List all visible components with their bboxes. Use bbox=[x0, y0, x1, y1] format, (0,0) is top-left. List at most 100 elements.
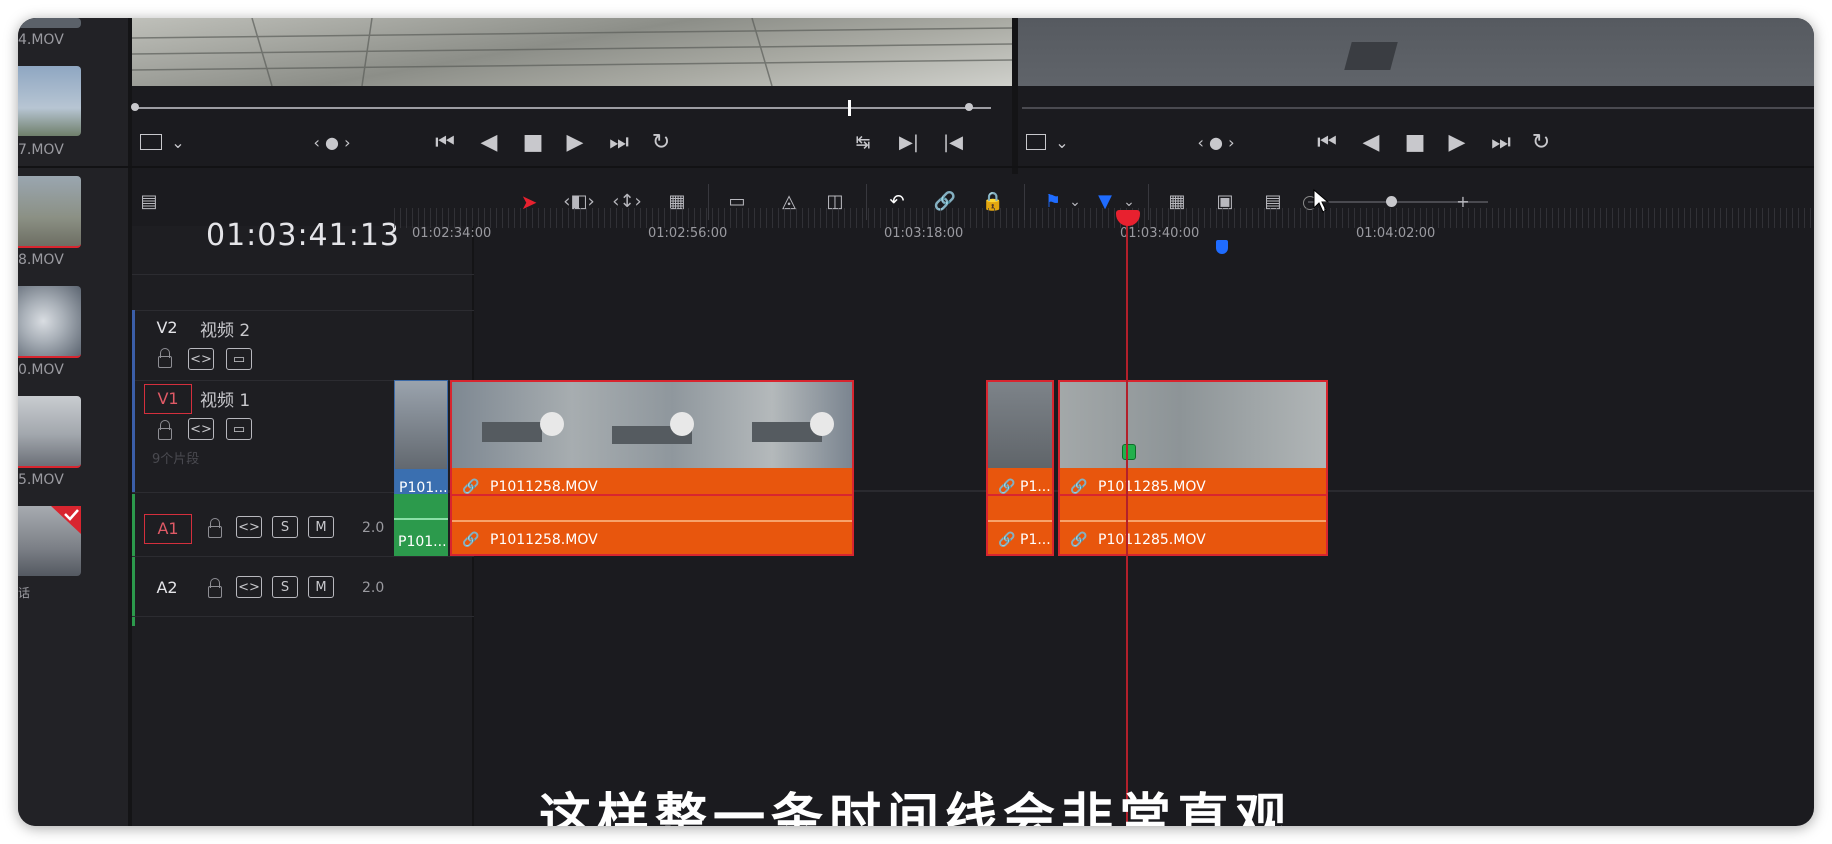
play-reverse-icon[interactable]: ◀ bbox=[1354, 128, 1388, 158]
source-scrubber[interactable] bbox=[136, 107, 991, 109]
track-id-v2[interactable]: V2 bbox=[144, 314, 190, 342]
track-name-v2[interactable]: 视频 2 bbox=[200, 316, 250, 341]
lock-icon[interactable] bbox=[158, 420, 172, 440]
clip-name: P1011258.MOV bbox=[490, 479, 598, 495]
audio-clip[interactable]: 🔗 P1... bbox=[986, 494, 1054, 556]
clip-name: P1011285.MOV bbox=[1098, 479, 1206, 495]
clip-view-icon[interactable] bbox=[140, 134, 162, 150]
track-visibility-icon[interactable]: ▭ bbox=[226, 348, 252, 370]
clip-thumbnail bbox=[988, 382, 1052, 470]
clip-marker-icon[interactable] bbox=[1122, 444, 1136, 460]
stop-icon[interactable]: ■ bbox=[1398, 128, 1432, 158]
chevron-down-icon[interactable]: ⌄ bbox=[168, 128, 188, 158]
track-id-v1[interactable]: V1 bbox=[144, 384, 192, 414]
app-window: 4.MOV 7.MOV 8.MOV 0.MOV 5.MOV 话 ⌄ ‹ ● › … bbox=[18, 18, 1814, 826]
track-visibility-icon[interactable]: ▭ bbox=[226, 418, 252, 440]
play-icon[interactable]: ▶ bbox=[558, 128, 592, 158]
media-label: 8.MOV bbox=[18, 252, 64, 268]
timeline-playhead[interactable] bbox=[1126, 216, 1128, 826]
zoom-slider-handle[interactable] bbox=[1386, 196, 1397, 207]
mark-in-icon[interactable]: |◀ bbox=[938, 128, 968, 158]
clip-name: P1011258.MOV bbox=[490, 532, 598, 548]
stop-icon[interactable]: ■ bbox=[516, 128, 550, 158]
skip-to-start-icon[interactable]: ⏮ bbox=[428, 128, 462, 158]
audio-clip[interactable]: 🔗 P1011285.MOV bbox=[1058, 494, 1328, 556]
media-pool: 4.MOV 7.MOV 8.MOV 0.MOV 5.MOV 话 bbox=[18, 18, 128, 826]
link-icon: 🔗 bbox=[1070, 532, 1088, 548]
link-icon: 🔗 bbox=[998, 532, 1016, 548]
timeline-marker-icon[interactable] bbox=[1216, 240, 1228, 254]
link-icon: 🔗 bbox=[1070, 479, 1088, 495]
skip-to-end-icon[interactable]: ⏭ bbox=[1484, 128, 1518, 158]
video-clip[interactable]: P101... bbox=[394, 380, 448, 504]
mark-out-icon[interactable]: ▶| bbox=[894, 128, 924, 158]
track-name-v1[interactable]: 视频 1 bbox=[200, 386, 250, 411]
auto-select-icon[interactable]: <> bbox=[188, 418, 214, 440]
source-viewer-image[interactable] bbox=[132, 18, 1012, 86]
play-icon[interactable]: ▶ bbox=[1440, 128, 1474, 158]
mute-button[interactable]: M bbox=[308, 516, 334, 538]
header-separator bbox=[132, 556, 474, 557]
video-clip[interactable]: 🔗 P1011285.MOV bbox=[1058, 380, 1328, 504]
media-label: 7.MOV bbox=[18, 142, 64, 158]
link-icon: 🔗 bbox=[998, 479, 1016, 495]
media-thumb[interactable] bbox=[18, 396, 81, 468]
header-separator bbox=[132, 274, 474, 275]
skip-to-end-icon[interactable]: ⏭ bbox=[602, 128, 636, 158]
solo-button[interactable]: S bbox=[272, 516, 298, 538]
audio-waveform bbox=[394, 518, 448, 520]
source-scrub-start bbox=[131, 103, 139, 111]
mute-button[interactable]: M bbox=[308, 576, 334, 598]
header-separator bbox=[132, 310, 474, 311]
ruler-label: 01:02:34:00 bbox=[412, 226, 492, 241]
skip-to-start-icon[interactable]: ⏮ bbox=[1310, 128, 1344, 158]
timeline-view-icon[interactable] bbox=[1026, 134, 1046, 150]
nav-dots-control[interactable]: ‹ ● › bbox=[1186, 128, 1246, 158]
auto-select-icon[interactable]: <> bbox=[236, 576, 262, 598]
nav-dots-control[interactable]: ‹ ● › bbox=[302, 128, 362, 158]
audio-clip[interactable]: P101... bbox=[394, 494, 448, 556]
media-thumb[interactable] bbox=[18, 66, 81, 136]
viewer-divider bbox=[1012, 18, 1018, 174]
media-thumb[interactable] bbox=[18, 286, 81, 358]
media-thumb[interactable] bbox=[18, 506, 81, 576]
media-thumb[interactable] bbox=[18, 18, 81, 28]
auto-select-icon[interactable]: <> bbox=[188, 348, 214, 370]
clip-frames-image bbox=[482, 412, 834, 444]
video-clip[interactable]: 🔗 P1... bbox=[986, 380, 1054, 504]
play-reverse-icon[interactable]: ◀ bbox=[472, 128, 506, 158]
clip-count-label: 9个片段 bbox=[152, 452, 200, 467]
lock-icon[interactable] bbox=[208, 518, 222, 538]
loop-icon[interactable]: ↻ bbox=[644, 128, 678, 158]
audio-clip[interactable]: 🔗 P1011258.MOV bbox=[450, 494, 854, 556]
channel-label: 2.0 bbox=[362, 520, 385, 536]
timeline-view-options-icon[interactable]: ▤ bbox=[132, 188, 166, 216]
header-separator bbox=[132, 616, 474, 617]
program-scrubber[interactable] bbox=[1022, 107, 1814, 109]
source-scrub-end bbox=[965, 103, 973, 111]
chevron-down-icon[interactable]: ⌄ bbox=[1052, 128, 1072, 158]
timeline-ruler[interactable] bbox=[394, 208, 1814, 228]
program-viewer-image[interactable] bbox=[1018, 18, 1814, 86]
selected-corner-icon bbox=[51, 506, 81, 534]
track-id-a1[interactable]: A1 bbox=[144, 514, 192, 544]
clip-thumbnail bbox=[1060, 382, 1326, 470]
track-color-bar bbox=[132, 380, 135, 492]
auto-select-icon[interactable]: <> bbox=[236, 516, 262, 538]
lock-icon[interactable] bbox=[208, 578, 222, 598]
loop-icon[interactable]: ↻ bbox=[1526, 128, 1556, 158]
video-clip[interactable]: 🔗 P1011258.MOV bbox=[450, 380, 854, 504]
source-playhead[interactable] bbox=[848, 100, 851, 116]
media-thumb[interactable] bbox=[18, 176, 81, 248]
track-id-a2[interactable]: A2 bbox=[144, 574, 190, 602]
viewer-object bbox=[1344, 42, 1398, 70]
ruler-label: 01:03:18:00 bbox=[884, 226, 964, 241]
clip-name: P1... bbox=[1020, 479, 1051, 495]
clip-thumbnail bbox=[395, 381, 447, 469]
lock-icon[interactable] bbox=[158, 348, 172, 368]
clip-name: P1... bbox=[1020, 532, 1051, 548]
media-label: 0.MOV bbox=[18, 362, 64, 378]
solo-button[interactable]: S bbox=[272, 576, 298, 598]
match-frame-icon[interactable]: ↹ bbox=[848, 128, 878, 158]
ruler-label: 01:04:02:00 bbox=[1356, 226, 1436, 241]
